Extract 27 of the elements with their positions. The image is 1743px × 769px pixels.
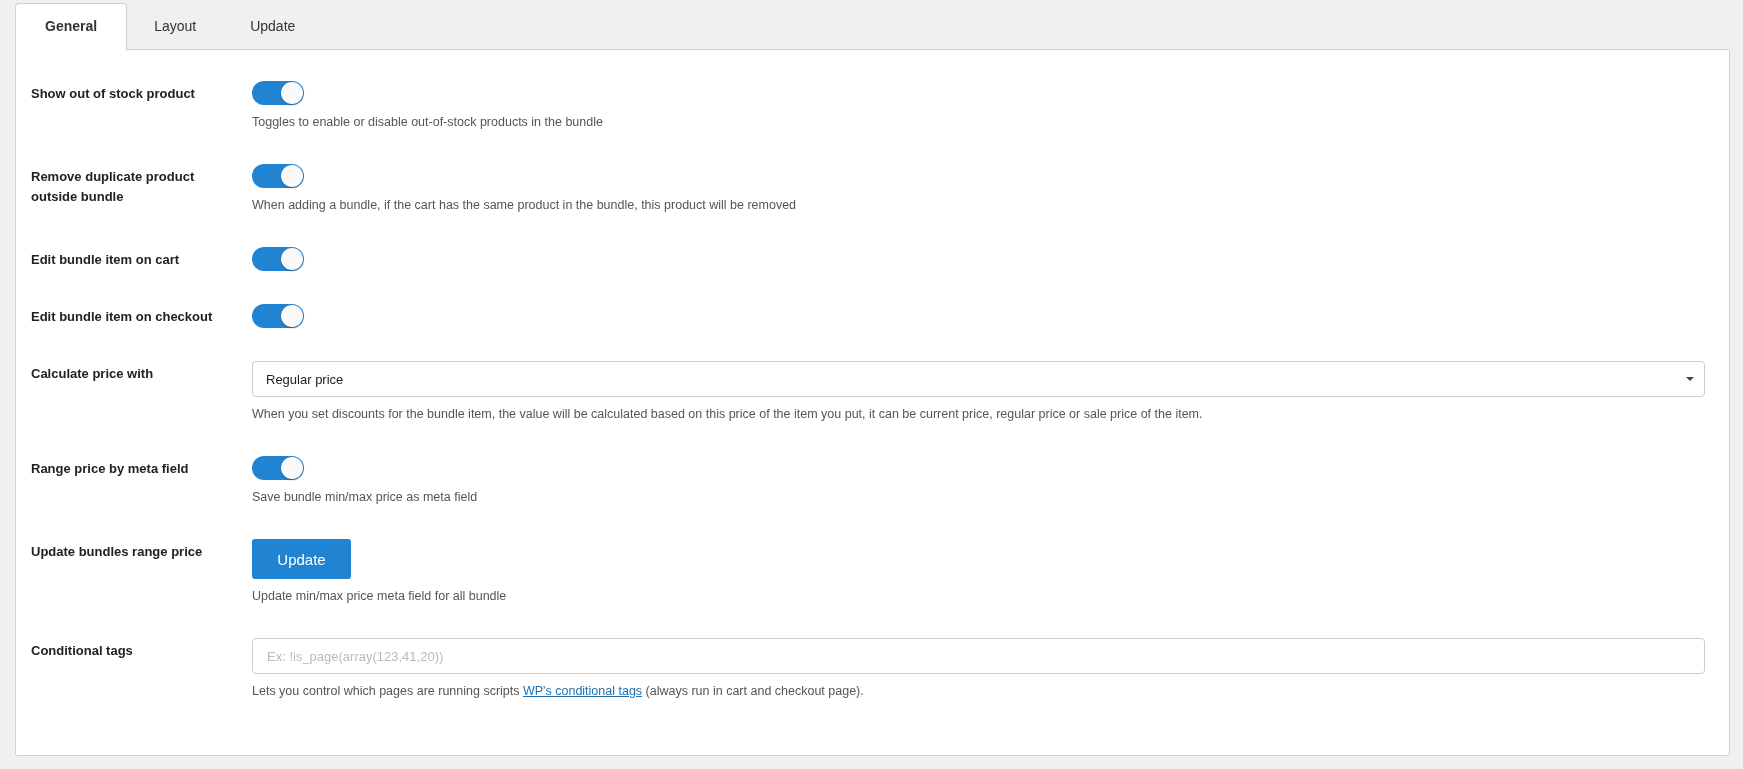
setting-label: Conditional tags — [31, 642, 134, 660]
help-text: When you set discounts for the bundle item, the value will be calculated based on this price of the item you put, it can be current price, regular price or sale price of the item. — [252, 406, 1203, 423]
toggle-switch[interactable] — [252, 81, 304, 105]
setting-label: Update bundles range price — [31, 543, 204, 561]
tab[interactable]: General — [15, 3, 128, 51]
help-text: Update min/max price meta field for all bundle — [252, 588, 507, 605]
link[interactable]: WP's conditional tags — [523, 684, 643, 698]
setting-label: Calculate price with — [31, 365, 155, 383]
help-text: Save bundle min/max price as meta field — [252, 489, 478, 506]
setting-label: Edit bundle item on checkout — [31, 308, 214, 326]
toggle-switch[interactable] — [252, 456, 304, 480]
toggle-switch[interactable] — [252, 247, 304, 271]
setting-label: Edit bundle item on cart — [31, 251, 181, 269]
help-text: Lets you control which pages are running scripts WP's conditional tags (always run in cart and checkout page). — [252, 683, 864, 700]
setting-label: Range price by meta field — [31, 460, 190, 478]
dropdown[interactable]: Regular price — [252, 361, 1705, 397]
help-text: When adding a bundle, if the cart has the same product in the bundle, this product will be removed — [252, 197, 797, 214]
tab[interactable]: Update — [223, 3, 323, 49]
input-field[interactable]: Ex: !is_page(array(123,41,20)) — [252, 638, 1705, 674]
update-button[interactable]: Update — [252, 539, 351, 579]
setting-label: Show out of stock product — [31, 85, 196, 103]
toggle-switch[interactable] — [252, 304, 304, 328]
caret-icon — [1686, 377, 1694, 381]
tab[interactable]: Layout — [127, 3, 224, 49]
help-text: Toggles to enable or disable out-of-stock products in the bundle — [252, 114, 603, 131]
toggle-switch[interactable] — [252, 164, 304, 188]
setting-label: Remove duplicate product outside bundle — [31, 168, 196, 206]
